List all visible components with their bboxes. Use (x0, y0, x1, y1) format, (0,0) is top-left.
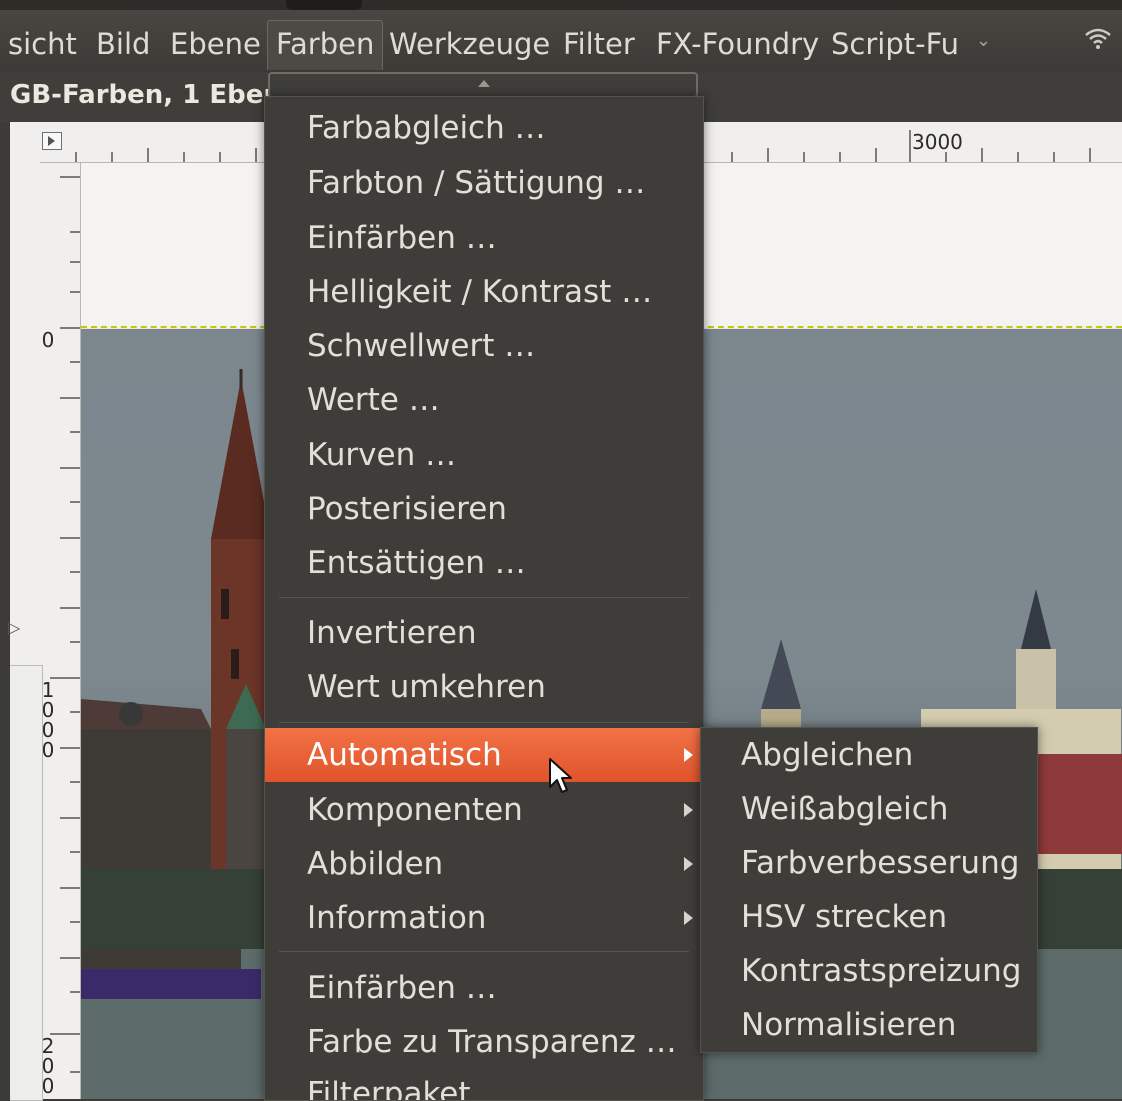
submenu-arrow-icon (684, 911, 693, 925)
submenu-arrow-icon (684, 857, 693, 871)
menu-filter[interactable]: Filter (563, 24, 635, 64)
submenu-item-kontrastspreizung[interactable]: Kontrastspreizung (701, 944, 1037, 998)
vruler-label-0: 0 (41, 328, 55, 352)
quick-mask-toggle[interactable] (42, 132, 62, 150)
menu-werkzeuge[interactable]: Werkzeuge (389, 24, 550, 64)
menu-script-fu[interactable]: Script-Fu (831, 24, 959, 64)
menu-item-information[interactable]: Information (265, 891, 703, 945)
hruler-label-3000: 3000 (912, 130, 963, 154)
dock-tab-icon[interactable]: ▷ (8, 618, 20, 637)
menubar: sicht Bild Ebene Farben Werkzeuge Filter… (0, 0, 1122, 72)
menu-separator (279, 951, 689, 952)
menu-item-farbe-zu-transparenz[interactable]: Farbe zu Transparenz … (265, 1015, 703, 1069)
menu-item-kurven[interactable]: Kurven … (265, 428, 703, 482)
menu-item-abbilden[interactable]: Abbilden (265, 837, 703, 891)
farben-menu: Farbabgleich … Farbton / Sättigung … Ein… (264, 96, 704, 1101)
menu-fx-foundry[interactable]: FX-Foundry (656, 24, 819, 64)
menu-ebene[interactable]: Ebene (170, 24, 261, 64)
menu-bild[interactable]: Bild (96, 24, 150, 64)
wifi-icon[interactable] (1084, 26, 1112, 50)
menu-item-entsaettigen[interactable]: Entsättigen … (265, 536, 703, 590)
image-title: GB-Farben, 1 Eber (10, 80, 277, 110)
menu-item-farbabgleich[interactable]: Farbabgleich … (265, 101, 703, 155)
menu-item-komponenten[interactable]: Komponenten (265, 783, 703, 837)
submenu-arrow-icon (684, 803, 693, 817)
submenu-item-farbverbesserung[interactable]: Farbverbesserung (701, 836, 1037, 890)
menu-separator (279, 722, 689, 723)
automatisch-submenu: Abgleichen Weißabgleich Farbverbesserung… (700, 727, 1038, 1053)
menu-item-wert-umkehren[interactable]: Wert umkehren (265, 660, 703, 714)
menu-scroll-up-arrow[interactable] (268, 72, 698, 98)
submenu-arrow-icon (684, 748, 693, 762)
menu-item-einfaerben-2[interactable]: Einfärben … (265, 961, 703, 1015)
menu-item-invertieren[interactable]: Invertieren (265, 606, 703, 660)
left-dock-edge (0, 122, 10, 1099)
menu-item-werte[interactable]: Werte … (265, 373, 703, 427)
submenu-item-abgleichen[interactable]: Abgleichen (701, 728, 1037, 782)
submenu-item-normalisieren[interactable]: Normalisieren (701, 998, 1037, 1052)
submenu-item-weissabgleich[interactable]: Weißabgleich (701, 782, 1037, 836)
menu-farben[interactable]: Farben (267, 20, 384, 70)
menu-item-automatisch[interactable]: Automatisch (265, 728, 703, 782)
menu-item-posterisieren[interactable]: Posterisieren (265, 482, 703, 536)
menu-item-einfaerben[interactable]: Einfärben … (265, 211, 703, 265)
menu-item-helligkeit-kontrast[interactable]: Helligkeit / Kontrast … (265, 265, 703, 319)
menu-ansicht[interactable]: sicht (8, 24, 77, 64)
menu-item-filterpaket[interactable]: Filterpaket … (265, 1067, 703, 1100)
left-dock-panel[interactable] (10, 665, 43, 1101)
chevron-down-icon[interactable]: ⌄ (976, 30, 991, 51)
mouse-pointer-icon (549, 758, 572, 793)
menu-item-schwellwert[interactable]: Schwellwert … (265, 319, 703, 373)
menu-item-farbton-saettigung[interactable]: Farbton / Sättigung … (265, 156, 703, 210)
submenu-item-hsv-strecken[interactable]: HSV strecken (701, 890, 1037, 944)
menu-separator (279, 597, 689, 598)
